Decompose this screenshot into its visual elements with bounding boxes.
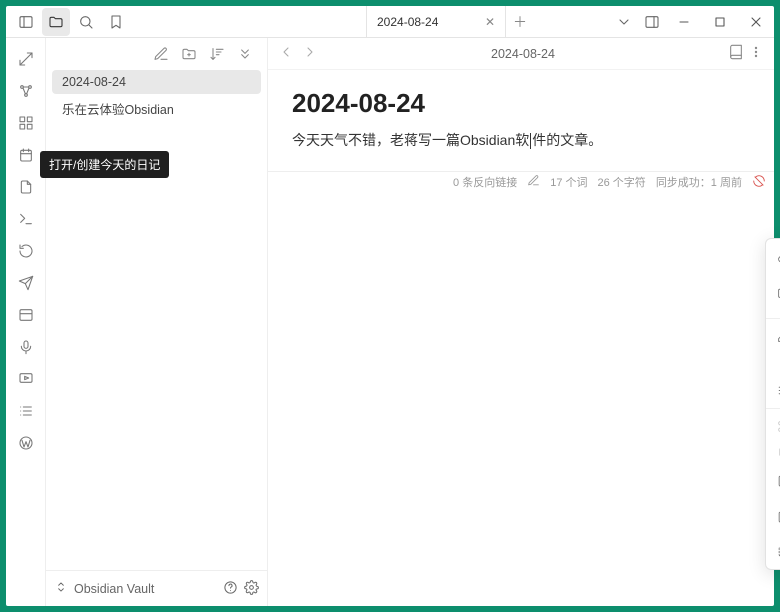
tab-close-icon[interactable]: ✕	[485, 15, 495, 29]
cm-copy: 复制	[766, 440, 780, 467]
copy-icon	[776, 447, 780, 461]
settings-icon[interactable]	[244, 580, 259, 598]
search-icon[interactable]	[72, 8, 100, 36]
status-chars[interactable]: 26 个字符	[598, 174, 646, 190]
file-item[interactable]: 乐在云体验Obsidian	[52, 94, 261, 123]
workspace-icon[interactable]	[11, 300, 41, 330]
window-maximize-button[interactable]	[702, 6, 738, 38]
cm-text-format[interactable]: 文本格式›	[766, 323, 780, 350]
app-body: 2024-08-24 乐在云体验Obsidian 打开/创建今天的日记 Obsi…	[6, 38, 774, 606]
breadcrumb[interactable]: 2024-08-24	[324, 47, 722, 61]
sidebar-footer: Obsidian Vault	[46, 570, 267, 606]
scissors-icon	[776, 420, 780, 434]
right-sidebar-toggle-icon[interactable]	[638, 8, 666, 36]
file-item[interactable]: 2024-08-24	[52, 70, 261, 94]
more-options-icon[interactable]	[748, 44, 764, 63]
clipboard-icon	[776, 474, 780, 488]
window-minimize-button[interactable]	[666, 6, 702, 38]
wordpress-icon[interactable]	[11, 428, 41, 458]
context-menu: 新增链接 新增外部链接 文本格式› 段落设置› 插入› 剪切 复制 粘贴 以纯文…	[765, 238, 780, 570]
link-icon	[776, 250, 780, 264]
cm-paste-plain[interactable]: 以纯文本形式粘贴	[766, 494, 780, 538]
left-sidebar-toggle-icon[interactable]	[12, 8, 40, 36]
tab-title: 2024-08-24	[377, 15, 438, 29]
quick-switcher-icon[interactable]	[11, 44, 41, 74]
cm-separator	[766, 318, 780, 319]
tab-menu-chevron-icon[interactable]	[610, 8, 638, 36]
vault-name[interactable]: Obsidian Vault	[74, 582, 154, 596]
window-close-button[interactable]	[738, 6, 774, 38]
outline-icon[interactable]	[11, 396, 41, 426]
cm-add-link[interactable]: 新增链接	[766, 243, 780, 270]
new-tab-button[interactable]: ＋	[506, 12, 534, 32]
titlebar-left-tools	[6, 8, 130, 36]
insert-icon	[776, 384, 780, 398]
sort-icon[interactable]	[205, 42, 229, 66]
nav-forward-icon[interactable]	[302, 44, 318, 63]
cm-paragraph[interactable]: 段落设置›	[766, 350, 780, 377]
templates-icon[interactable]	[11, 172, 41, 202]
editor: 2024-08-24 2024-08-24 今天天气不错，老蒋写一篇Obsidi…	[268, 38, 774, 606]
graph-view-icon[interactable]	[11, 76, 41, 106]
reload-icon[interactable]	[11, 236, 41, 266]
bookmarks-icon[interactable]	[102, 8, 130, 36]
titlebar: 2024-08-24 ✕ ＋	[6, 6, 774, 38]
cm-insert[interactable]: 插入›	[766, 377, 780, 404]
status-backlinks[interactable]: 0 条反向链接	[453, 174, 517, 190]
daily-note-icon[interactable]	[11, 140, 41, 170]
slides-icon[interactable]	[11, 364, 41, 394]
cm-paste[interactable]: 粘贴	[766, 467, 780, 494]
external-link-icon	[776, 285, 780, 299]
vault-switcher-icon[interactable]	[54, 580, 68, 597]
canvas-icon[interactable]	[11, 108, 41, 138]
app-window: 2024-08-24 ✕ ＋	[6, 6, 774, 606]
nav-back-icon[interactable]	[278, 44, 294, 63]
sidebar: 2024-08-24 乐在云体验Obsidian 打开/创建今天的日记 Obsi…	[46, 38, 268, 606]
new-note-icon[interactable]	[149, 42, 173, 66]
titlebar-right-tools	[610, 6, 774, 38]
sync-error-icon[interactable]	[752, 174, 766, 191]
wand-icon	[776, 330, 780, 344]
publish-icon[interactable]	[11, 268, 41, 298]
pilcrow-icon	[776, 357, 780, 371]
help-icon[interactable]	[223, 580, 238, 598]
collapse-icon[interactable]	[233, 42, 257, 66]
note-heading: 2024-08-24	[292, 88, 750, 119]
note-body[interactable]: 今天天气不错，老蒋写一篇Obsidian软件的文章。	[292, 129, 750, 153]
tooltip: 打开/创建今天的日记	[40, 151, 169, 178]
status-words[interactable]: 17 个词	[550, 174, 587, 190]
editor-header: 2024-08-24	[268, 38, 774, 70]
cm-cut: 剪切	[766, 413, 780, 440]
cm-separator	[766, 408, 780, 409]
tab-active[interactable]: 2024-08-24 ✕	[366, 6, 506, 38]
audio-recorder-icon[interactable]	[11, 332, 41, 362]
file-list: 2024-08-24 乐在云体验Obsidian	[46, 66, 267, 127]
ribbon	[6, 38, 46, 606]
statusbar: 0 条反向链接 17 个词 26 个字符 同步成功：1 周前	[268, 171, 774, 193]
status-sync[interactable]: 同步成功：1 周前	[656, 174, 742, 190]
clipboard-text-icon	[776, 509, 780, 523]
editor-content[interactable]: 2024-08-24 今天天气不错，老蒋写一篇Obsidian软件的文章。	[268, 70, 774, 171]
command-palette-icon[interactable]	[11, 204, 41, 234]
nav-arrows	[278, 44, 318, 63]
file-explorer-icon[interactable]	[42, 8, 70, 36]
cm-add-external-link[interactable]: 新增外部链接	[766, 270, 780, 314]
reading-view-icon[interactable]	[728, 44, 744, 63]
cm-select-all[interactable]: 全选	[766, 538, 780, 565]
select-all-icon	[776, 545, 780, 559]
edit-mode-icon[interactable]	[527, 174, 540, 190]
sidebar-tools	[46, 38, 267, 66]
new-folder-icon[interactable]	[177, 42, 201, 66]
